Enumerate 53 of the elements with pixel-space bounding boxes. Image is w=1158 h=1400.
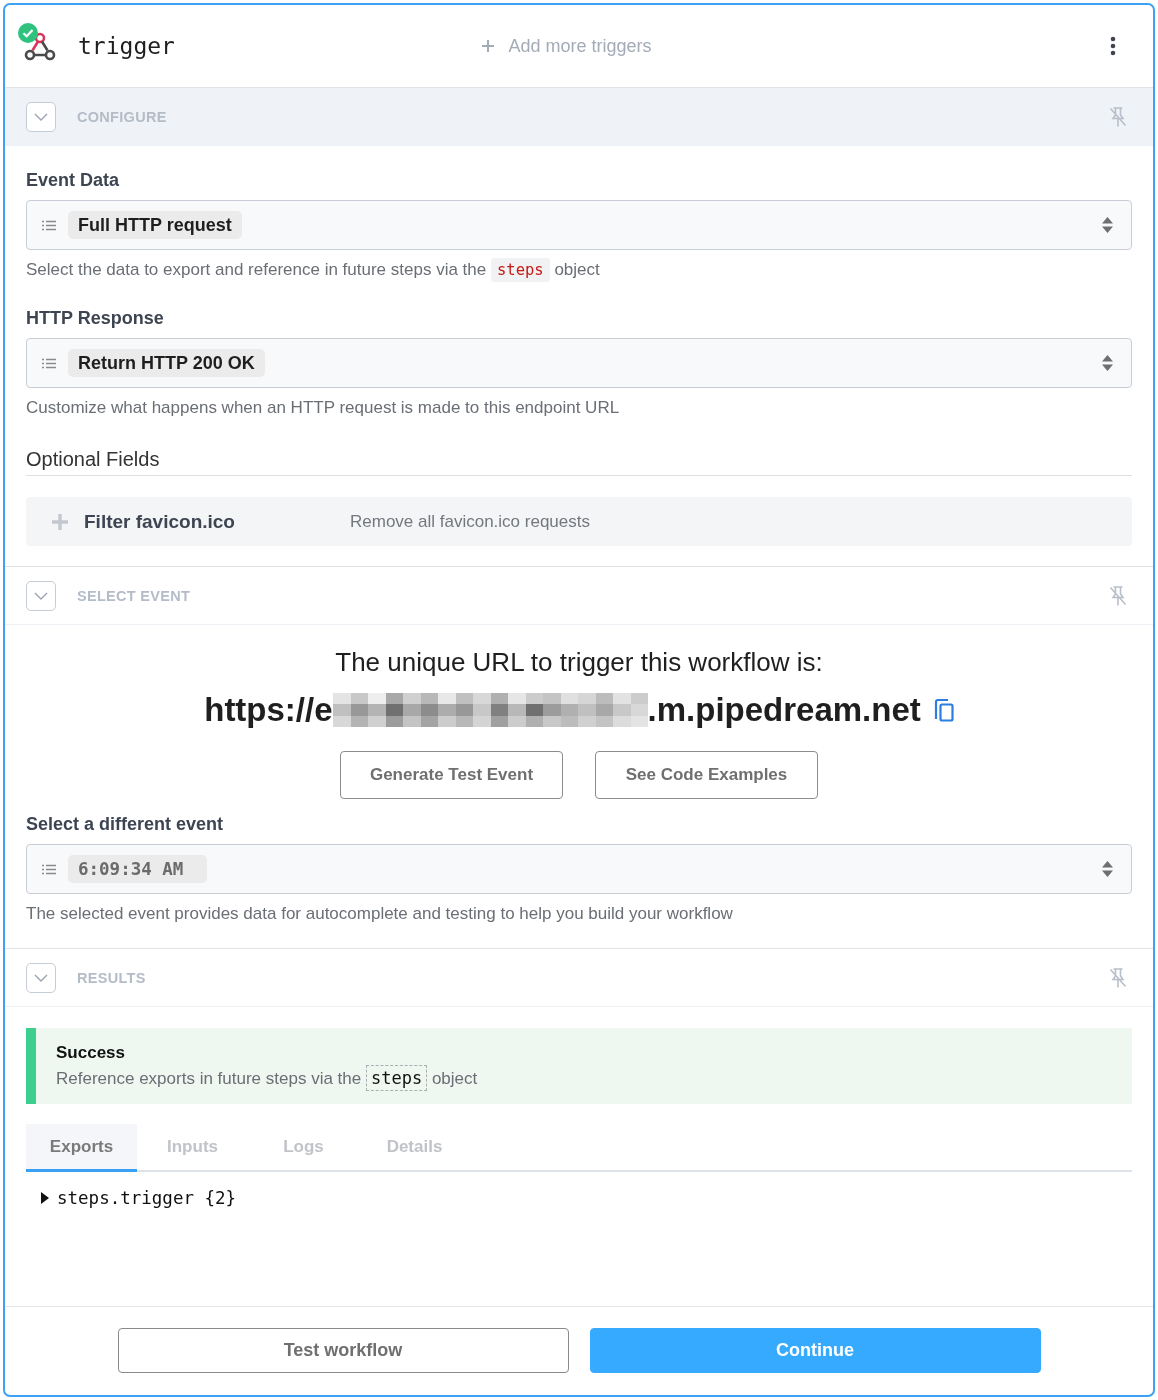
field-label: HTTP Response xyxy=(26,307,165,330)
chevron-down-icon xyxy=(34,591,48,600)
caret-right-icon[interactable] xyxy=(41,1192,49,1204)
help-text: The selected event provides data for autocomplete and testing to help you build your workflow xyxy=(26,903,734,925)
optional-fields-heading: Optional Fields xyxy=(26,445,1132,476)
list-icon xyxy=(42,357,56,369)
list-icon xyxy=(42,219,56,231)
sort-arrows-icon xyxy=(1102,861,1113,877)
plus-icon xyxy=(52,513,68,530)
optional-field-row[interactable]: Filter favicon.ico Remove all favicon.ico requests xyxy=(26,497,1132,546)
collapse-button[interactable] xyxy=(26,580,56,611)
help-text: Select the data to export and reference in future steps via the steps object xyxy=(26,257,1132,283)
outline-button[interactable]: See Code Examples xyxy=(595,751,818,799)
outline-button[interactable]: Generate Test Event xyxy=(340,751,563,799)
section-title: SELECT EVENT xyxy=(77,587,191,604)
pin-slash-icon[interactable] xyxy=(1108,105,1128,128)
select-field[interactable]: Full HTTP request xyxy=(26,200,1132,250)
step-title: trigger xyxy=(78,33,175,59)
tree-node-label[interactable]: steps.trigger {2} xyxy=(57,1185,237,1211)
collapse-button[interactable] xyxy=(26,101,56,132)
field-label: Select a different event xyxy=(26,813,225,836)
sort-arrows-icon xyxy=(1102,217,1113,233)
alert-title: Success xyxy=(56,1042,126,1064)
copy-icon[interactable] xyxy=(933,698,954,722)
select-field[interactable]: Return HTTP 200 OK xyxy=(26,338,1132,388)
section-title: CONFIGURE xyxy=(77,108,167,125)
chevron-down-icon xyxy=(34,112,48,121)
section-title: RESULTS xyxy=(77,969,146,986)
more-vertical-icon[interactable] xyxy=(1110,36,1116,56)
connected-nodes-icon xyxy=(24,31,56,61)
alert-message: Reference exports in future steps via the steps object xyxy=(56,1065,1112,1092)
url-suffix-text: .m.pipedream.net xyxy=(647,690,921,730)
tab[interactable]: Exports xyxy=(26,1124,137,1172)
list-icon xyxy=(42,863,56,875)
optional-field-name: Filter favicon.ico xyxy=(84,510,236,533)
collapse-button[interactable] xyxy=(26,962,56,993)
pin-slash-icon[interactable] xyxy=(1108,584,1128,607)
chevron-down-icon xyxy=(34,973,48,982)
select-field[interactable]: 6:09:34 AM xyxy=(26,844,1132,894)
check-circle-icon xyxy=(18,23,38,43)
secondary-button[interactable]: Test workflow xyxy=(117,1328,569,1373)
field-label: Event Data xyxy=(26,169,121,192)
selected-value-tag: 6:09:34 AM xyxy=(68,855,208,883)
pin-slash-icon[interactable] xyxy=(1108,966,1128,989)
url-prefix-text: https://e xyxy=(204,690,333,730)
plus-icon xyxy=(482,40,495,52)
url-intro-text: The unique URL to trigger this workflow is: xyxy=(334,646,824,679)
selected-value-tag: Return HTTP 200 OK xyxy=(68,349,265,377)
help-text: Customize what happens when an HTTP request is made to this endpoint URL xyxy=(26,397,621,419)
primary-button[interactable]: Continue xyxy=(589,1328,1041,1373)
sort-arrows-icon xyxy=(1102,355,1113,371)
selected-value-tag: Full HTTP request xyxy=(68,211,242,239)
optional-field-description: Remove all favicon.ico requests xyxy=(350,511,590,532)
